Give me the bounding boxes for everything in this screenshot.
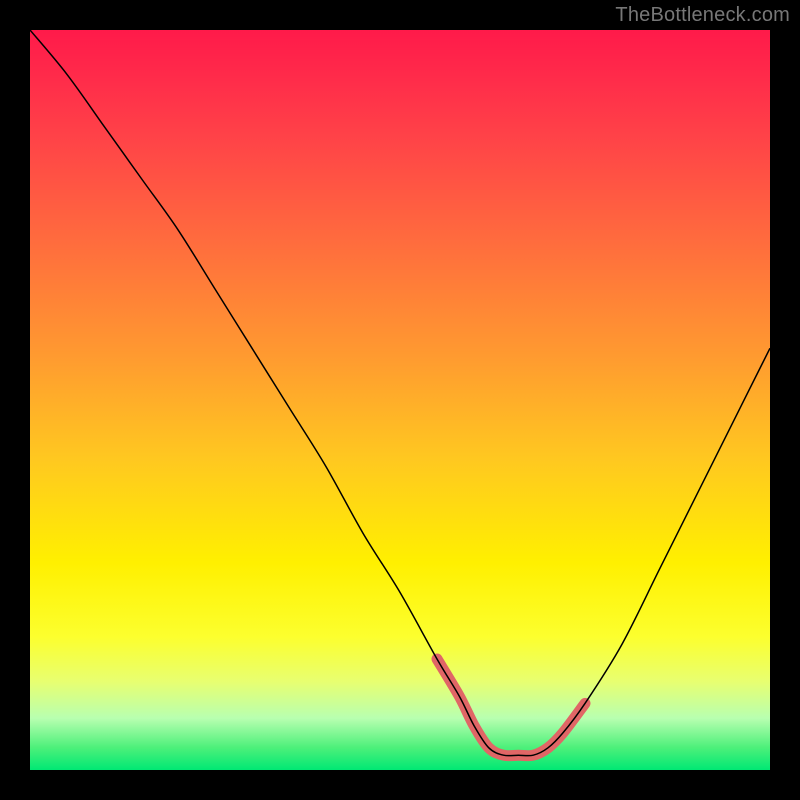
chart-frame: TheBottleneck.com xyxy=(0,0,800,800)
plot-area xyxy=(30,30,770,770)
watermark-text: TheBottleneck.com xyxy=(615,4,790,27)
accent-valley-segment xyxy=(437,659,585,756)
bottleneck-curve-line xyxy=(30,30,770,756)
curve-layer xyxy=(30,30,770,770)
